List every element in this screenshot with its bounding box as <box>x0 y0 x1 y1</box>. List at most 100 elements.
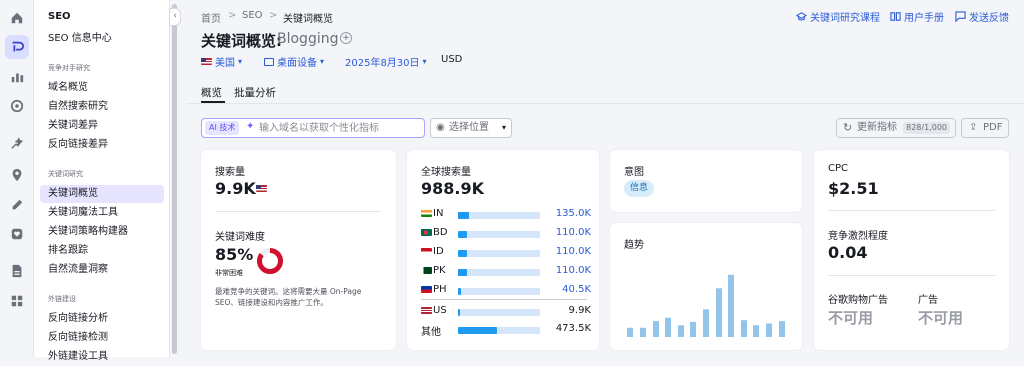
sidebar-item-organic-research[interactable]: 自然搜索研究 <box>40 98 164 116</box>
sidebar-item-keyword-gap[interactable]: 关键词差异 <box>40 117 164 135</box>
domain-input[interactable] <box>259 119 419 137</box>
country-volume[interactable]: 110.0K <box>556 246 591 257</box>
ph-flag-icon <box>421 286 432 293</box>
book-icon <box>890 12 901 21</box>
date-select[interactable]: 2025年8月30日 ▾ <box>345 54 427 69</box>
pencil-icon[interactable] <box>8 196 26 214</box>
global-volume-card: 全球搜索量 988.9K IN 135.0K BD 110.0K ID 110.0K PK 1… <box>407 150 599 350</box>
chat-bubble-icon <box>955 11 966 22</box>
tab-bulk-analysis[interactable]: 批量分析 <box>234 85 276 100</box>
home-icon[interactable] <box>8 9 26 27</box>
pdf-export-button[interactable]: ⇪ PDF <box>961 118 1009 138</box>
location-select[interactable]: ◉ 选择位置 ▾ <box>430 118 512 138</box>
manual-link-label: 用户手册 <box>904 13 944 24</box>
trend-bar <box>678 325 684 337</box>
collapse-sidebar-button[interactable]: ‹ <box>169 8 181 26</box>
monitor-icon <box>264 57 274 66</box>
sidebar-item-backlink-analytics[interactable]: 反向链接分析 <box>40 310 164 328</box>
volume-card: 搜索量 9.9K 关键词难度 85% 非常困难 最难竞争的关键词。这将需要大量 … <box>201 150 396 350</box>
chevron-down-icon: ▾ <box>422 57 427 66</box>
bar-chart-icon[interactable] <box>8 68 26 86</box>
country-share-bar <box>458 212 540 219</box>
sidebar-item-position-tracking[interactable]: 排名跟踪 <box>40 242 164 260</box>
add-keyword-icon[interactable]: + <box>340 32 352 44</box>
sidebar-item-backlink-audit[interactable]: 反向链接检测 <box>40 329 164 347</box>
card-divider <box>215 211 381 212</box>
country-volume[interactable]: 110.0K <box>556 265 591 276</box>
sidebar-item-keyword-strategy[interactable]: 关键词策略构建器 <box>40 223 164 241</box>
trend-chart <box>627 274 785 337</box>
trend-bar <box>753 325 759 337</box>
card-divider <box>828 275 995 276</box>
shopping-ads-value: 不可用 <box>828 309 874 327</box>
sidebar-item-link-building[interactable]: 外链建设工具 <box>40 348 164 366</box>
location-pin-icon[interactable] <box>8 166 26 184</box>
trend-bar <box>690 321 696 337</box>
global-volume-label: 全球搜索量 <box>421 167 471 178</box>
breadcrumb-separator: > <box>269 10 278 21</box>
shield-heart-icon[interactable] <box>8 225 26 243</box>
country-share-bar <box>458 250 540 257</box>
semrush-logo-icon[interactable] <box>5 35 29 59</box>
cpc-card: CPC $2.51 竞争激烈程度 0.04 谷歌购物广告 不可用 广告 不可用 <box>814 150 1009 350</box>
volume-label: 搜索量 <box>215 167 245 178</box>
us-flag-icon <box>256 185 267 192</box>
target-icon[interactable] <box>8 97 26 115</box>
country-share-bar <box>458 269 540 276</box>
breadcrumb-home[interactable]: 首页 <box>201 10 221 25</box>
sparkle-growth-icon[interactable] <box>8 135 26 153</box>
breadcrumb-current: 关键词概览 <box>283 14 333 25</box>
country-share-fill <box>458 250 467 257</box>
trend-bar <box>665 317 671 337</box>
sidebar-item-keyword-magic[interactable]: 关键词魔法工具 <box>40 204 164 222</box>
sidebar: SEO SEO 信息中心 竞争对手研究 域名概览 自然搜索研究 关键词差异 反向… <box>34 0 170 362</box>
sidebar-section-keyword: 关键词研究 <box>48 170 83 178</box>
country-share-bar <box>458 327 540 334</box>
country-volume: 473.5K <box>555 323 591 334</box>
intent-badge: 信息 <box>624 180 655 197</box>
location-pin-icon: ◉ <box>436 122 445 133</box>
sidebar-header: SEO <box>48 11 71 22</box>
country-share-fill <box>458 309 460 316</box>
country-select[interactable]: 美国 ▾ <box>201 54 242 69</box>
trend-bar <box>716 288 722 337</box>
device-select[interactable]: 桌面设备 ▾ <box>264 54 324 69</box>
sidebar-scrollbar[interactable] <box>172 4 177 354</box>
competition-label: 竞争激烈程度 <box>828 231 888 242</box>
country-divider <box>421 299 587 300</box>
country-volume[interactable]: 110.0K <box>556 227 591 238</box>
upload-icon: ⇪ <box>969 122 978 133</box>
country-row-other: 其他 473.5K <box>421 323 591 341</box>
country-volume[interactable]: 135.0K <box>556 208 591 219</box>
sidebar-item-organic-traffic[interactable]: 自然流量洞察 <box>40 261 164 279</box>
course-link[interactable]: 关键词研究课程 <box>796 9 880 24</box>
sidebar-item-seo-dashboard[interactable]: SEO 信息中心 <box>40 30 164 48</box>
country-volume[interactable]: 40.5K <box>562 284 591 295</box>
breadcrumb-seo[interactable]: SEO <box>242 10 263 21</box>
update-metrics-button[interactable]: ↻ 更新指标 828/1,000 <box>836 118 956 138</box>
country-share-bar <box>458 231 540 238</box>
manual-link[interactable]: 用户手册 <box>890 9 944 24</box>
sidebar-section-competitor: 竞争对手研究 <box>48 64 90 72</box>
page-title: 关键词概览: <box>201 32 282 50</box>
feedback-link-label: 发送反馈 <box>969 13 1009 24</box>
icon-rail <box>0 0 34 357</box>
graduation-cap-icon <box>796 12 807 21</box>
sidebar-item-keyword-overview[interactable]: 关键词概览 <box>40 185 164 203</box>
country-share-fill <box>458 269 467 276</box>
location-select-placeholder: 选择位置 <box>449 122 489 133</box>
country-share-fill <box>458 212 469 219</box>
feedback-link[interactable]: 发送反馈 <box>955 9 1009 24</box>
document-icon[interactable] <box>8 262 26 280</box>
trend-bar <box>653 321 659 337</box>
date-select-value: 2025年8月30日 <box>345 58 420 69</box>
sidebar-item-backlink-gap[interactable]: 反向链接差异 <box>40 136 164 154</box>
bd-flag-icon <box>421 229 432 236</box>
grid-apps-icon[interactable] <box>8 292 26 310</box>
ai-tag: AI 技术 <box>205 121 240 135</box>
trend-bar <box>728 274 734 337</box>
tab-overview[interactable]: 概览 <box>201 85 222 100</box>
refresh-icon: ↻ <box>843 121 853 134</box>
sidebar-item-domain-overview[interactable]: 域名概览 <box>40 79 164 97</box>
country-row-id: ID 110.0K <box>421 246 591 264</box>
